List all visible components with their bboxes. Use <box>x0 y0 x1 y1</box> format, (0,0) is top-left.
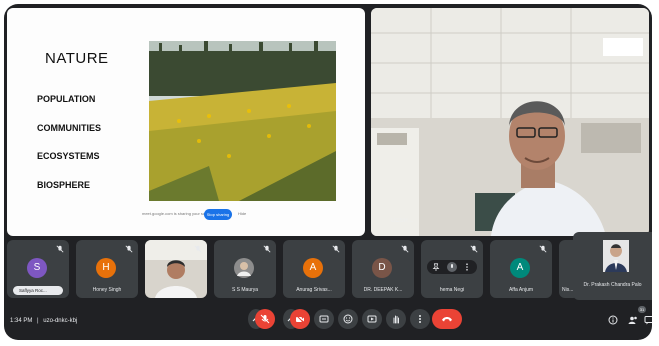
mic-off-icon <box>56 245 64 253</box>
presentation-tile[interactable]: NATURE POPULATION COMMUNITIES ECOSYSTEMS… <box>7 8 365 236</box>
leave-call-button[interactable] <box>432 309 462 329</box>
share-bar-text: meet.google.com is sharing your screen <box>142 211 213 216</box>
raise-hand-button[interactable] <box>386 309 406 329</box>
participant-name: DR. DEEPAK K... <box>363 287 403 293</box>
avatar: S <box>27 258 47 278</box>
avatar: A <box>510 258 530 278</box>
speaker-video-tile[interactable]: UCSR... <box>371 8 649 236</box>
more-options-button[interactable] <box>410 309 430 329</box>
avatar: A <box>303 258 323 278</box>
tile-hover-controls <box>427 260 477 274</box>
featured-participant-name: Dr. Prakash Chandra Palo <box>583 282 642 288</box>
captions-icon <box>319 315 329 323</box>
emoji-icon <box>343 314 353 324</box>
participant-name: Anurag Srivas... <box>296 287 332 293</box>
slide-item-communities: COMMUNITIES <box>37 123 101 133</box>
slide-item-population: POPULATION <box>37 94 96 104</box>
participant-name: hema Negi <box>439 287 465 293</box>
chat-icon[interactable] <box>644 315 652 325</box>
slide-item-ecosystems: ECOSYSTEMS <box>37 151 100 161</box>
info-icon[interactable] <box>608 315 618 325</box>
more-options-icon[interactable] <box>465 263 469 271</box>
people-icon[interactable] <box>628 315 638 325</box>
mic-off-icon <box>470 245 478 253</box>
slide-item-biosphere: BIOSPHERE <box>37 180 91 190</box>
mic-off-icon <box>125 245 133 253</box>
stop-sharing-button[interactable]: Stop sharing <box>204 209 232 220</box>
present-button[interactable] <box>362 309 382 329</box>
mic-toggle-button[interactable] <box>255 309 275 329</box>
meadow-photo <box>149 41 336 201</box>
meeting-info: 1:34 PM | uzo-dnkc-kbj <box>10 318 77 324</box>
meet-window: NATURE POPULATION COMMUNITIES ECOSYSTEMS… <box>4 4 652 340</box>
present-icon <box>367 315 377 323</box>
raise-hand-icon <box>393 315 399 324</box>
participant-tile[interactable]: hema Negi <box>421 240 483 298</box>
featured-participant-tile[interactable]: Dr. Prakash Chandra Palo <box>573 232 652 300</box>
participant-tile[interactable]: A Affa Anjum <box>490 240 552 298</box>
mute-participant-icon[interactable] <box>447 262 457 272</box>
participant-tile[interactable]: S Saflyya Roc... <box>7 240 69 298</box>
avatar <box>234 258 254 278</box>
videocam-off-icon <box>295 314 305 324</box>
reactions-button[interactable] <box>338 309 358 329</box>
participant-tile[interactable]: S S Maurya <box>214 240 276 298</box>
participant-name: Affa Anjum <box>508 287 534 293</box>
screen-share-bar: meet.google.com is sharing your screen S… <box>134 208 334 222</box>
mic-off-icon <box>194 245 202 253</box>
speaker-video <box>371 8 649 236</box>
meeting-code: uzo-dnkc-kbj <box>43 318 78 324</box>
end-call-icon <box>442 317 452 322</box>
avatar: D <box>372 258 392 278</box>
hide-share-bar-button[interactable]: Hide <box>238 211 246 216</box>
avatar: H <box>96 258 116 278</box>
participant-tile[interactable]: D DR. DEEPAK K... <box>352 240 414 298</box>
slide-title: NATURE <box>45 50 109 67</box>
participant-name: S S Maurya <box>231 287 259 293</box>
participant-name-chip: Saflyya Roc... <box>13 286 63 295</box>
meeting-info-separator: | <box>37 318 39 324</box>
participant-tile[interactable]: A Anurag Srivas... <box>283 240 345 298</box>
participant-name: Honey Singh <box>92 287 122 293</box>
participant-tile[interactable]: H Honey Singh <box>76 240 138 298</box>
mic-off-icon <box>401 245 409 253</box>
participant-tile[interactable] <box>145 240 207 298</box>
pin-icon[interactable] <box>432 263 440 271</box>
meeting-time: 1:34 PM <box>10 318 33 324</box>
mic-off-icon <box>539 245 547 253</box>
people-count-badge: 31 <box>638 306 646 313</box>
mic-off-icon <box>332 245 340 253</box>
speaker-name-label: UCSR... <box>391 218 414 224</box>
captions-button[interactable] <box>314 309 334 329</box>
mic-off-icon <box>263 245 271 253</box>
camera-toggle-button[interactable] <box>290 309 310 329</box>
mic-off-icon <box>260 314 270 324</box>
more-icon <box>419 315 421 323</box>
featured-participant-photo <box>603 240 629 272</box>
